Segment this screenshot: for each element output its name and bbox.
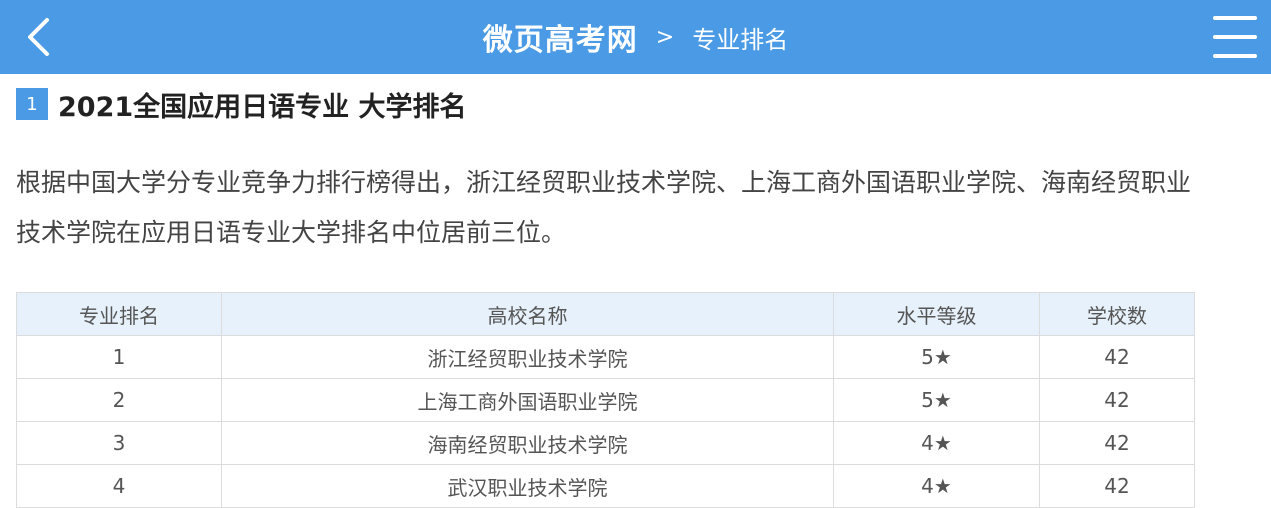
site-name-link[interactable]: 微页高考网: [483, 15, 638, 59]
table-row: 3 海南经贸职业技术学院 4★ 42: [16, 421, 1195, 465]
cell-level: 4★: [833, 464, 1040, 508]
cell-school: 海南经贸职业技术学院: [221, 421, 834, 465]
table-header-row: 专业排名 高校名称 水平等级 学校数: [16, 292, 1195, 336]
cell-level: 5★: [833, 335, 1040, 379]
breadcrumb-separator: >: [655, 24, 675, 50]
cell-school: 武汉职业技术学院: [221, 464, 834, 508]
cell-count: 42: [1039, 335, 1195, 379]
table-row: 4 武汉职业技术学院 4★ 42: [16, 464, 1195, 508]
cell-level: 5★: [833, 378, 1040, 422]
table-row: 2 上海工商外国语职业学院 5★ 42: [16, 378, 1195, 422]
page-title: 专业排名: [692, 25, 789, 54]
menu-icon-bar: [1213, 35, 1257, 39]
cell-rank: 1: [16, 335, 222, 379]
menu-button[interactable]: [1213, 16, 1257, 58]
section-number-badge: 1: [16, 88, 48, 120]
cell-count: 42: [1039, 421, 1195, 465]
section-title: 2021全国应用日语专业 大学排名: [58, 91, 467, 123]
cell-level: 4★: [833, 421, 1040, 465]
column-header-level: 水平等级: [833, 292, 1040, 336]
menu-icon-bar: [1213, 54, 1257, 58]
cell-rank: 4: [16, 464, 222, 508]
cell-school: 上海工商外国语职业学院: [221, 378, 834, 422]
cell-rank: 2: [16, 378, 222, 422]
top-nav-bar: 微页高考网 > 专业排名: [0, 0, 1271, 74]
section-heading: 1 2021全国应用日语专业 大学排名: [16, 86, 467, 123]
description-text: 根据中国大学分专业竞争力排行榜得出，浙江经贸职业技术学院、上海工商外国语职业学院…: [16, 168, 1192, 247]
cell-school: 浙江经贸职业技术学院: [221, 335, 834, 379]
table-row: 1 浙江经贸职业技术学院 5★ 42: [16, 335, 1195, 379]
cell-count: 42: [1039, 378, 1195, 422]
column-header-school: 高校名称: [221, 292, 834, 336]
column-header-rank: 专业排名: [16, 292, 222, 336]
ranking-table: 专业排名 高校名称 水平等级 学校数 1 浙江经贸职业技术学院 5★ 42 2 …: [16, 292, 1195, 508]
cell-rank: 3: [16, 421, 222, 465]
breadcrumb: 微页高考网 > 专业排名: [0, 0, 1271, 74]
column-header-count: 学校数: [1039, 292, 1195, 336]
menu-icon-bar: [1213, 16, 1257, 20]
cell-count: 42: [1039, 464, 1195, 508]
